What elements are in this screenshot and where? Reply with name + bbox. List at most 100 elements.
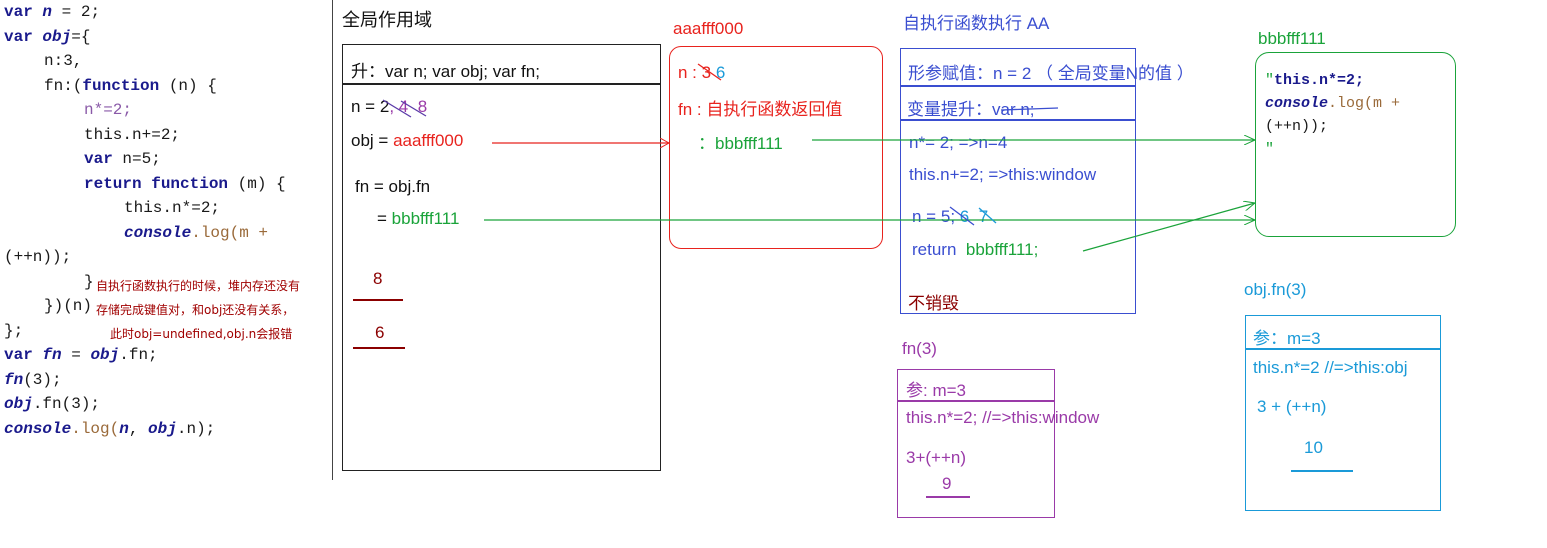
code-line: this.n+=2; — [4, 123, 286, 148]
code-text: .log( — [71, 419, 120, 438]
call-fn3-param: 参: m=3 — [906, 381, 966, 400]
code-text: .log(m + — [191, 223, 269, 242]
vertical-divider — [332, 0, 333, 480]
code-text: } — [84, 272, 94, 291]
scope-aa-n-v3: 7 — [978, 207, 989, 226]
note-line: 自执行函数执行的时候，堆内存还没有 — [96, 279, 301, 293]
scope-aa-box: 形参赋值：n = 2 （ 全局变量N的值 ） 变量提升：var n; n*= 2… — [900, 48, 1194, 314]
call-fn3-box: 参: m=3 this.n*=2; //=>this:window 3+(++n… — [897, 369, 1099, 518]
call-objfn3-line-2: 3 + (++n) — [1257, 397, 1327, 416]
scope-aa-line-1: n*= 2; =>n=4 — [909, 133, 1008, 152]
code-identifier: n — [42, 3, 53, 21]
global-fn-value: bbbfff111 — [391, 209, 460, 228]
heap-aaa-n-new: 6 — [715, 63, 726, 82]
code-text: n:3, — [44, 52, 83, 70]
code-identifier: fn — [4, 370, 24, 389]
code-identifier: fn — [42, 346, 62, 364]
code-keyword: var — [4, 27, 33, 46]
scope-aa-return-value: bbbfff111; — [965, 240, 1039, 259]
global-fn-label: fn = obj.fn — [355, 177, 431, 196]
heap-aaa-fn-colon: ： — [698, 134, 715, 153]
heap-bbb-box: "this.n*=2; console.log(m + (++n)); " — [1255, 52, 1456, 237]
global-n-row: n = 2, 4 8 — [351, 97, 427, 117]
scope-aa-title: 自执行函数执行 AA — [903, 14, 1050, 33]
code-text: .fn; — [119, 346, 158, 364]
code-identifier: obj — [42, 27, 72, 46]
heap-bbb-quote: " — [1265, 141, 1275, 158]
scope-aa-return-kw: return — [912, 240, 957, 259]
call-fn3-line-2: 3+(++n) — [906, 448, 967, 467]
code-line: this.n*=2; — [4, 196, 286, 221]
code-text: = — [61, 346, 91, 364]
heap-bbb-line-4: " — [1265, 138, 1400, 161]
global-obj-row: obj = aaafff000 — [351, 131, 463, 151]
scope-aa-param: 形参赋值：n = 2 （ 全局变量N的值 ） — [908, 64, 1194, 83]
scope-aa-n-v1: 5 — [940, 207, 951, 226]
global-n-value-new: 8 — [417, 97, 428, 116]
code-keyword: var — [4, 3, 33, 21]
code-line: var obj={ — [4, 25, 286, 50]
code-identifier: console — [4, 419, 72, 438]
code-text: })(n) — [44, 297, 93, 315]
call-fn3-result: 9 — [942, 474, 952, 493]
global-n-label: n = — [351, 97, 380, 116]
call-objfn3-result: 10 — [1304, 438, 1323, 457]
scope-aa-divider-1 — [901, 85, 1135, 87]
heap-bbb-code-text: this.n*=2; — [1274, 72, 1365, 89]
code-text: (m) { — [228, 174, 286, 193]
scope-aa-divider-2 — [901, 119, 1135, 121]
global-fn-eq: = — [377, 209, 392, 228]
scope-aa-keep: 不销毁 — [908, 294, 959, 313]
annotation-note: 自执行函数执行的时候，堆内存还没有 存储完成键值对，和obj还没有关系， 此时o… — [96, 274, 300, 346]
code-identifier: console — [124, 223, 192, 242]
call-fn3-line-1: this.n*=2; //=>this:window — [906, 408, 1100, 427]
scope-aa-return: return bbbfff111; — [912, 240, 1038, 260]
call-fn3-title: fn(3) — [902, 339, 937, 358]
code-identifier: obj — [148, 419, 177, 438]
call-objfn3-param: 参：m=3 — [1253, 329, 1321, 348]
call-objfn3-line-1: this.n*=2 //=>this:obj — [1253, 358, 1408, 377]
heap-aaa-n-old: 3 — [701, 63, 712, 82]
heap-bbb-line-1: "this.n*=2; — [1265, 69, 1400, 92]
heap-aaa-address: aaafff000 — [673, 19, 744, 38]
global-fn-row: = bbbfff111 — [377, 209, 459, 229]
code-text: n=5; — [112, 150, 161, 168]
heap-aaa-box: n : 3 6 fn : 自执行函数返回值 ：bbbfff111 — [669, 46, 883, 249]
code-line: fn:(function (n) { — [4, 74, 286, 99]
call-objfn3-box: 参：m=3 this.n*=2 //=>this:obj 3 + (++n) 1… — [1245, 315, 1441, 511]
code-text: = 2; — [52, 3, 101, 21]
code-line: fn(3); — [4, 368, 286, 393]
heap-bbb-quote: " — [1265, 72, 1275, 89]
code-line: (++n)); — [4, 245, 286, 270]
heap-bbb-line-2: console.log(m + — [1265, 92, 1400, 115]
code-keyword: return — [84, 174, 142, 193]
global-scope-box: 升：var n; var obj; var fn; n = 2, 4 8 obj… — [342, 44, 661, 471]
output-underline-2 — [353, 347, 405, 349]
note-line: 存储完成键值对，和obj还没有关系， — [96, 303, 295, 317]
call-objfn3-underline — [1291, 470, 1353, 472]
code-text: (++n)); — [4, 248, 72, 266]
scope-aa-hoist: 变量提升：var n; — [907, 100, 1035, 119]
global-n-sep: , — [389, 97, 399, 116]
scope-aa-line-3: n = 5; 6 7 — [912, 207, 988, 227]
heap-bbb-code: "this.n*=2; console.log(m + (++n)); " — [1265, 69, 1400, 161]
code-line: var n=5; — [4, 147, 286, 172]
output-value-2: 6 — [375, 323, 385, 342]
code-keyword: var — [84, 150, 113, 168]
global-n-value-mid: 4 — [398, 97, 409, 116]
code-identifier: obj — [4, 395, 33, 413]
scope-aa-n-semi: ; — [950, 207, 960, 226]
global-n-value-old: 2 — [379, 97, 390, 116]
global-scope-title: 全局作用域 — [342, 10, 432, 30]
code-line: console.log(m + — [4, 221, 286, 246]
heap-aaa-n-label: n : — [678, 63, 702, 82]
code-line: obj.fn(3); — [4, 392, 286, 417]
code-text: (n) { — [159, 76, 217, 95]
note-line: 此时obj=undefined,obj.n会报错 — [110, 327, 293, 341]
code-text: }; — [4, 321, 24, 340]
call-objfn3-title: obj.fn(3) — [1244, 280, 1307, 299]
output-value-1: 8 — [373, 269, 383, 288]
code-text: this.n*=2; — [124, 199, 221, 217]
heap-bbb-address: bbbfff111 — [1258, 29, 1326, 48]
code-keyword: function — [82, 76, 160, 95]
